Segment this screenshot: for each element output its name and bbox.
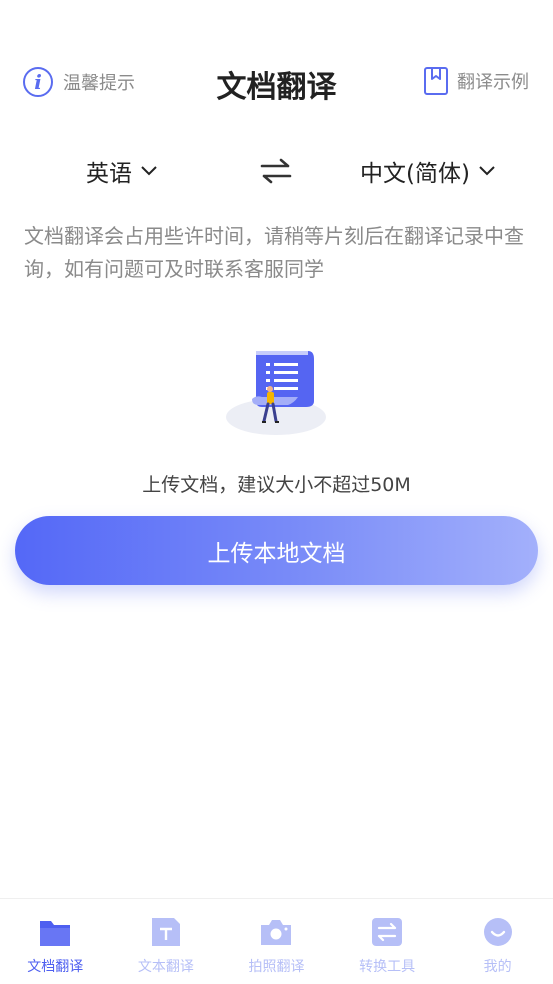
swap-languages-icon[interactable] [260,158,292,184]
tab-mine[interactable]: 我的 [442,899,553,984]
tab-text-translate[interactable]: 文本翻译 [111,899,222,984]
target-language-select[interactable]: 中文(简体) [360,154,496,188]
smile-icon [483,918,512,946]
bookmark-icon [424,67,448,95]
camera-icon [261,920,292,945]
tab-label: 转换工具 [359,959,416,975]
source-language-label: 英语 [86,161,132,187]
tab-label: 我的 [483,959,512,975]
target-language-label: 中文(简体) [360,161,470,187]
notice-text: 文档翻译会占用些许时间，请稍等片刻后在翻译记录中查询，如有问题可及时联系客服同学 [24,224,524,281]
bottom-tab-bar: 文档翻译 文本翻译 拍照翻译 转换工具 我的 [0,898,553,984]
convert-icon [372,918,403,946]
text-doc-icon [151,918,180,946]
tab-label: 文本翻译 [137,959,194,975]
upload-local-document-button[interactable]: 上传本地文档 [15,516,538,585]
tab-label: 拍照翻译 [248,959,305,975]
example-label: 翻译示例 [457,72,529,93]
tab-document-translate[interactable]: 文档翻译 [0,899,111,984]
document-illustration [226,351,326,435]
chevron-down-icon [141,166,157,176]
tab-convert-tools[interactable]: 转换工具 [332,899,443,984]
source-language-select[interactable]: 英语 [86,154,158,188]
tab-photo-translate[interactable]: 拍照翻译 [221,899,332,984]
folder-icon [40,921,71,946]
chevron-down-icon [479,166,495,176]
language-selector: 英语 中文(简体) [0,150,553,194]
upload-hint: 上传文档，建议大小不超过50M [142,474,411,496]
example-button[interactable]: 翻译示例 [423,66,529,96]
tab-label: 文档翻译 [27,959,84,975]
header: i 温馨提示 文档翻译 翻译示例 [0,60,553,106]
